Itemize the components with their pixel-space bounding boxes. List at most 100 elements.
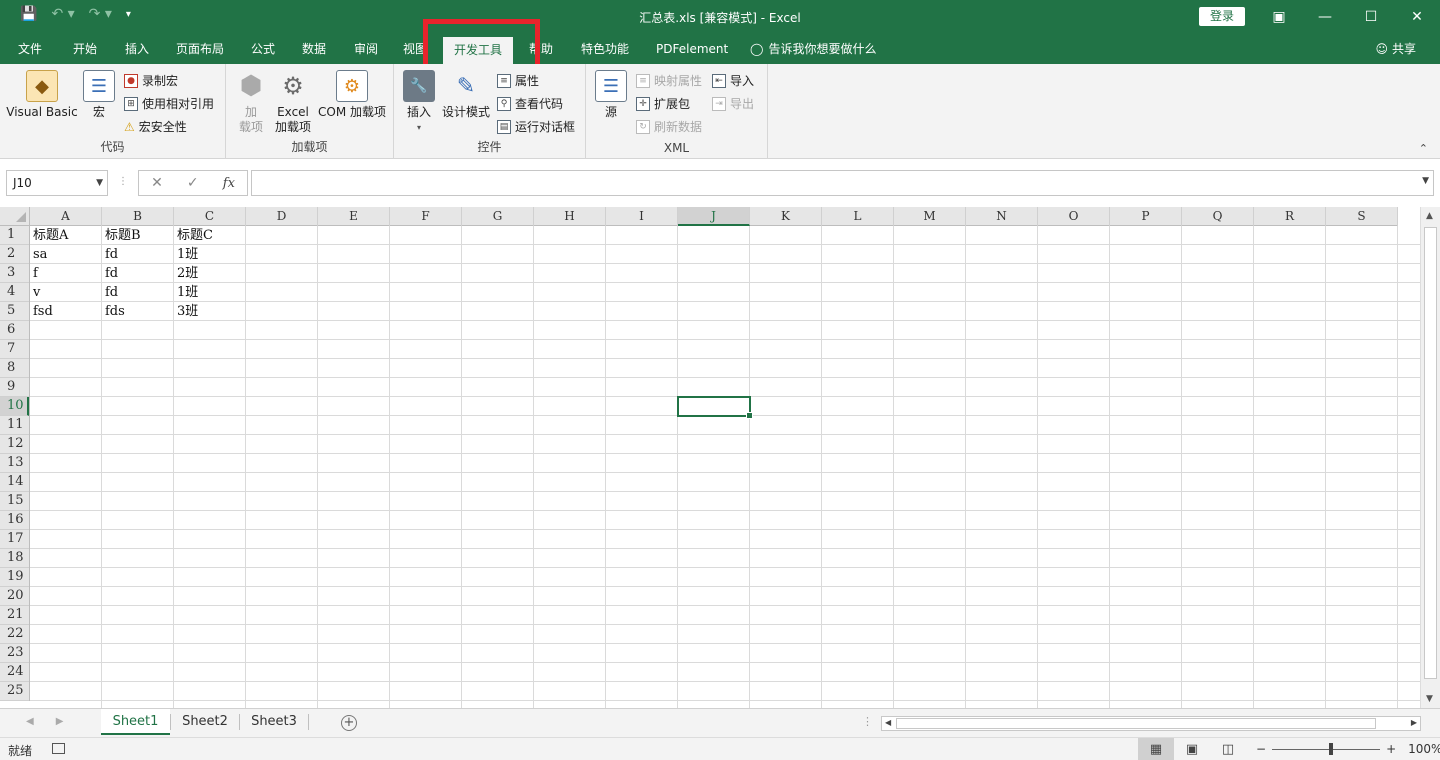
xml-source-button[interactable]: ☰ 源 — [594, 70, 628, 120]
row-header-10[interactable]: 10 — [0, 397, 29, 416]
cell-b5[interactable]: fds — [102, 302, 174, 321]
properties-button[interactable]: ≡ 属性 — [497, 72, 539, 89]
page-layout-view-icon[interactable]: ▣ — [1174, 738, 1210, 760]
tab-page-layout[interactable]: 页面布局 — [176, 34, 224, 64]
column-header-d[interactable]: D — [246, 207, 318, 226]
row-header-1[interactable]: 1 — [0, 226, 29, 245]
column-header-o[interactable]: O — [1038, 207, 1110, 226]
cell-a5[interactable]: fsd — [30, 302, 102, 321]
vertical-scroll-thumb[interactable] — [1424, 227, 1437, 679]
tab-special-features[interactable]: 特色功能 — [581, 34, 629, 64]
tab-split-handle-icon[interactable]: ⋮ — [862, 715, 873, 728]
cell-b3[interactable]: fd — [102, 264, 174, 283]
tab-file[interactable]: 文件 — [18, 34, 42, 64]
vertical-scrollbar[interactable]: ▲ ▼ — [1420, 207, 1440, 708]
row-header-12[interactable]: 12 — [0, 435, 29, 454]
ribbon-display-options-icon[interactable]: ▣ — [1256, 0, 1302, 34]
export-button[interactable]: ⇥ 导出 — [712, 95, 754, 112]
cell-c2[interactable]: 1班 — [174, 245, 246, 264]
column-header-s[interactable]: S — [1326, 207, 1398, 226]
scroll-down-icon[interactable]: ▼ — [1426, 694, 1433, 704]
row-header-11[interactable]: 11 — [0, 416, 29, 435]
collapse-ribbon-icon[interactable]: ⌃ — [1419, 142, 1428, 155]
column-header-a[interactable]: A — [30, 207, 102, 226]
tell-me-search[interactable]: ◯ 告诉我你想要做什么 — [750, 34, 876, 64]
add-sheet-icon[interactable]: + — [341, 715, 357, 731]
row-header-24[interactable]: 24 — [0, 663, 29, 682]
sheet-tab-sheet1[interactable]: Sheet1 — [101, 709, 170, 735]
login-button[interactable]: 登录 — [1199, 7, 1245, 26]
page-break-view-icon[interactable]: ◫ — [1210, 738, 1246, 760]
column-header-k[interactable]: K — [750, 207, 822, 226]
row-header-22[interactable]: 22 — [0, 625, 29, 644]
zoom-out-icon[interactable]: − — [1256, 742, 1266, 756]
scroll-left-icon[interactable]: ◀ — [885, 718, 891, 727]
column-header-l[interactable]: L — [822, 207, 894, 226]
excel-addins-button[interactable]: ⚙ Excel 加载项 — [272, 70, 314, 135]
design-mode-button[interactable]: ✎ 设计模式 — [440, 70, 492, 120]
cell-c5[interactable]: 3班 — [174, 302, 246, 321]
minimize-button[interactable]: — — [1302, 0, 1348, 34]
row-header-21[interactable]: 21 — [0, 606, 29, 625]
enter-icon[interactable]: ✓ — [187, 175, 199, 191]
column-header-f[interactable]: F — [390, 207, 462, 226]
cell-c3[interactable]: 2班 — [174, 264, 246, 283]
cell-b1[interactable]: 标题B — [102, 226, 174, 245]
select-all-button[interactable] — [0, 207, 30, 226]
tab-data[interactable]: 数据 — [302, 34, 326, 64]
zoom-level[interactable]: 100% — [1408, 742, 1440, 756]
column-header-h[interactable]: H — [534, 207, 606, 226]
cell-c1[interactable]: 标题C — [174, 226, 246, 245]
cell-b4[interactable]: fd — [102, 283, 174, 302]
name-box[interactable]: J10 ▼ — [6, 170, 108, 196]
import-button[interactable]: ⇤ 导入 — [712, 72, 754, 89]
insert-function-icon[interactable]: fx — [223, 176, 235, 191]
run-dialog-button[interactable]: ▤ 运行对话框 — [497, 118, 575, 135]
cell-a2[interactable]: sa — [30, 245, 102, 264]
column-header-c[interactable]: C — [174, 207, 246, 226]
row-header-3[interactable]: 3 — [0, 264, 29, 283]
sheet-tab-sheet3[interactable]: Sheet3 — [240, 709, 308, 735]
cell-c4[interactable]: 1班 — [174, 283, 246, 302]
row-header-14[interactable]: 14 — [0, 473, 29, 492]
row-header-6[interactable]: 6 — [0, 321, 29, 340]
visual-basic-button[interactable]: ◆ Visual Basic — [6, 70, 78, 120]
sheet-tab-sheet2[interactable]: Sheet2 — [171, 709, 239, 735]
column-header-g[interactable]: G — [462, 207, 534, 226]
row-header-7[interactable]: 7 — [0, 340, 29, 359]
column-header-r[interactable]: R — [1254, 207, 1326, 226]
row-header-20[interactable]: 20 — [0, 587, 29, 606]
tab-insert[interactable]: 插入 — [125, 34, 149, 64]
cell-a1[interactable]: 标题A — [30, 226, 102, 245]
row-header-8[interactable]: 8 — [0, 359, 29, 378]
row-header-9[interactable]: 9 — [0, 378, 29, 397]
drag-handle-icon[interactable]: ⋮ — [118, 176, 128, 187]
row-header-13[interactable]: 13 — [0, 454, 29, 473]
row-header-25[interactable]: 25 — [0, 682, 29, 701]
cell-area[interactable]: 标题A 标题B 标题C sa fd 1班 f fd 2班 v fd 1班 fsd fds 3班 — [30, 226, 1420, 708]
zoom-in-icon[interactable]: + — [1386, 742, 1396, 756]
row-header-18[interactable]: 18 — [0, 549, 29, 568]
horizontal-scroll-thumb[interactable] — [896, 718, 1376, 729]
normal-view-icon[interactable]: ▦ — [1138, 738, 1174, 760]
com-addins-button[interactable]: ⚙ COM 加载项 — [316, 70, 388, 120]
column-header-i[interactable]: I — [606, 207, 678, 226]
chevron-down-icon[interactable]: ▼ — [96, 171, 103, 195]
row-header-17[interactable]: 17 — [0, 530, 29, 549]
cancel-icon[interactable]: ✕ — [151, 175, 163, 191]
row-header-19[interactable]: 19 — [0, 568, 29, 587]
scroll-up-icon[interactable]: ▲ — [1426, 211, 1433, 221]
horizontal-scrollbar[interactable]: ◀ ▶ — [881, 716, 1421, 731]
macros-button[interactable]: ☰ 宏 — [82, 70, 116, 120]
expand-formula-icon[interactable]: ▼ — [1422, 176, 1429, 186]
row-header-15[interactable]: 15 — [0, 492, 29, 511]
zoom-knob[interactable] — [1329, 742, 1334, 755]
tab-home[interactable]: 开始 — [73, 34, 97, 64]
cell-b2[interactable]: fd — [102, 245, 174, 264]
tab-review[interactable]: 审阅 — [354, 34, 378, 64]
row-header-16[interactable]: 16 — [0, 511, 29, 530]
column-header-p[interactable]: P — [1110, 207, 1182, 226]
view-code-button[interactable]: ⚲ 查看代码 — [497, 95, 563, 112]
column-header-j[interactable]: J — [678, 207, 750, 226]
row-header-23[interactable]: 23 — [0, 644, 29, 663]
